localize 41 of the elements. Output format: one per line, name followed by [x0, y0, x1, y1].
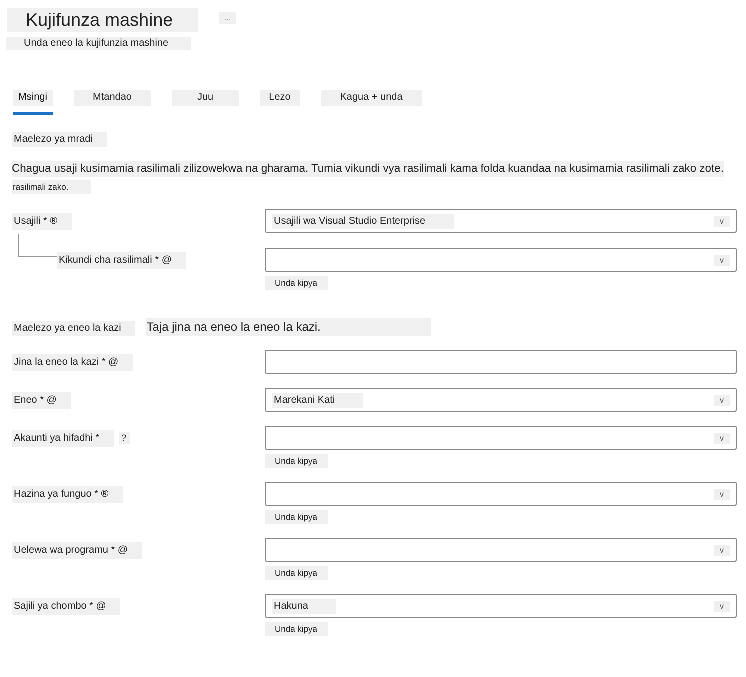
dropdown-field[interactable]: Hakuna v — [265, 594, 737, 618]
chevron-icon: v — [714, 488, 730, 500]
chevron-icon: v — [714, 544, 730, 556]
field-label: Kikundi cha rasilimali * @ — [57, 252, 186, 268]
dropdown-field[interactable]: Usajili wa Visual Studio Enterprise v — [265, 209, 737, 233]
tree-line — [18, 234, 57, 257]
create-new-link[interactable]: Unda kipya — [265, 510, 328, 524]
field-label: Jina la eneo la kazi * @ — [12, 354, 133, 370]
chevron-icon: v — [714, 394, 730, 406]
field-label: Usajili * ® — [12, 212, 72, 230]
section-description: Chagua usaji kusimamia rasilimali zilizowekwa na gharama. Tumia vikundi vya rasilimali kama folda kuandaa na kusimamia rasilimali zako zote. — [12, 161, 724, 177]
section-heading: Maelezo ya mradi — [12, 132, 107, 147]
section-heading: Maelezo ya eneo la kazi — [12, 321, 136, 336]
dropdown-field[interactable]: v — [265, 426, 737, 450]
field-label: Hazina ya funguo * ® — [12, 486, 123, 502]
chevron-icon: v — [714, 432, 730, 444]
dropdown-field[interactable]: v — [265, 482, 737, 506]
input-field[interactable] — [265, 350, 737, 374]
field-label: Eneo * @ — [12, 392, 71, 408]
field-label: Uelewa wa programu * @ — [12, 542, 142, 558]
page-title: Kujifunza mashine — [7, 8, 198, 32]
chevron-icon: v — [714, 216, 730, 226]
chevron-icon: v — [714, 254, 730, 266]
create-new-link[interactable]: Unda kipya — [265, 566, 328, 580]
selected-value: Hakuna — [272, 598, 336, 614]
section-description: Taja jina na eneo la eneo la kazi. — [146, 318, 431, 336]
dropdown-field[interactable]: Marekani Kati v — [265, 388, 737, 412]
chevron-icon: v — [714, 600, 730, 612]
dropdown-field[interactable]: v — [265, 248, 737, 272]
create-new-link[interactable]: Unda kipya — [265, 454, 328, 468]
field-label: Sajili ya chombo * @ — [12, 598, 120, 614]
field-label: Akaunti ya hifadhi * — [12, 430, 114, 446]
section-description: rasilimali zako. — [12, 180, 91, 194]
create-new-link[interactable]: Unda kipya — [265, 622, 328, 636]
help-icon[interactable]: ? — [118, 432, 130, 444]
dropdown-field[interactable]: v — [265, 538, 737, 562]
selected-value: Usajili wa Visual Studio Enterprise — [272, 214, 454, 228]
create-new-link[interactable]: Unda kipya — [265, 276, 328, 290]
selected-value: Marekani Kati — [272, 392, 364, 408]
page-subtitle: Unda eneo la kujifunzia mashine — [6, 37, 191, 50]
tab[interactable]: Msingi — [13, 90, 53, 115]
